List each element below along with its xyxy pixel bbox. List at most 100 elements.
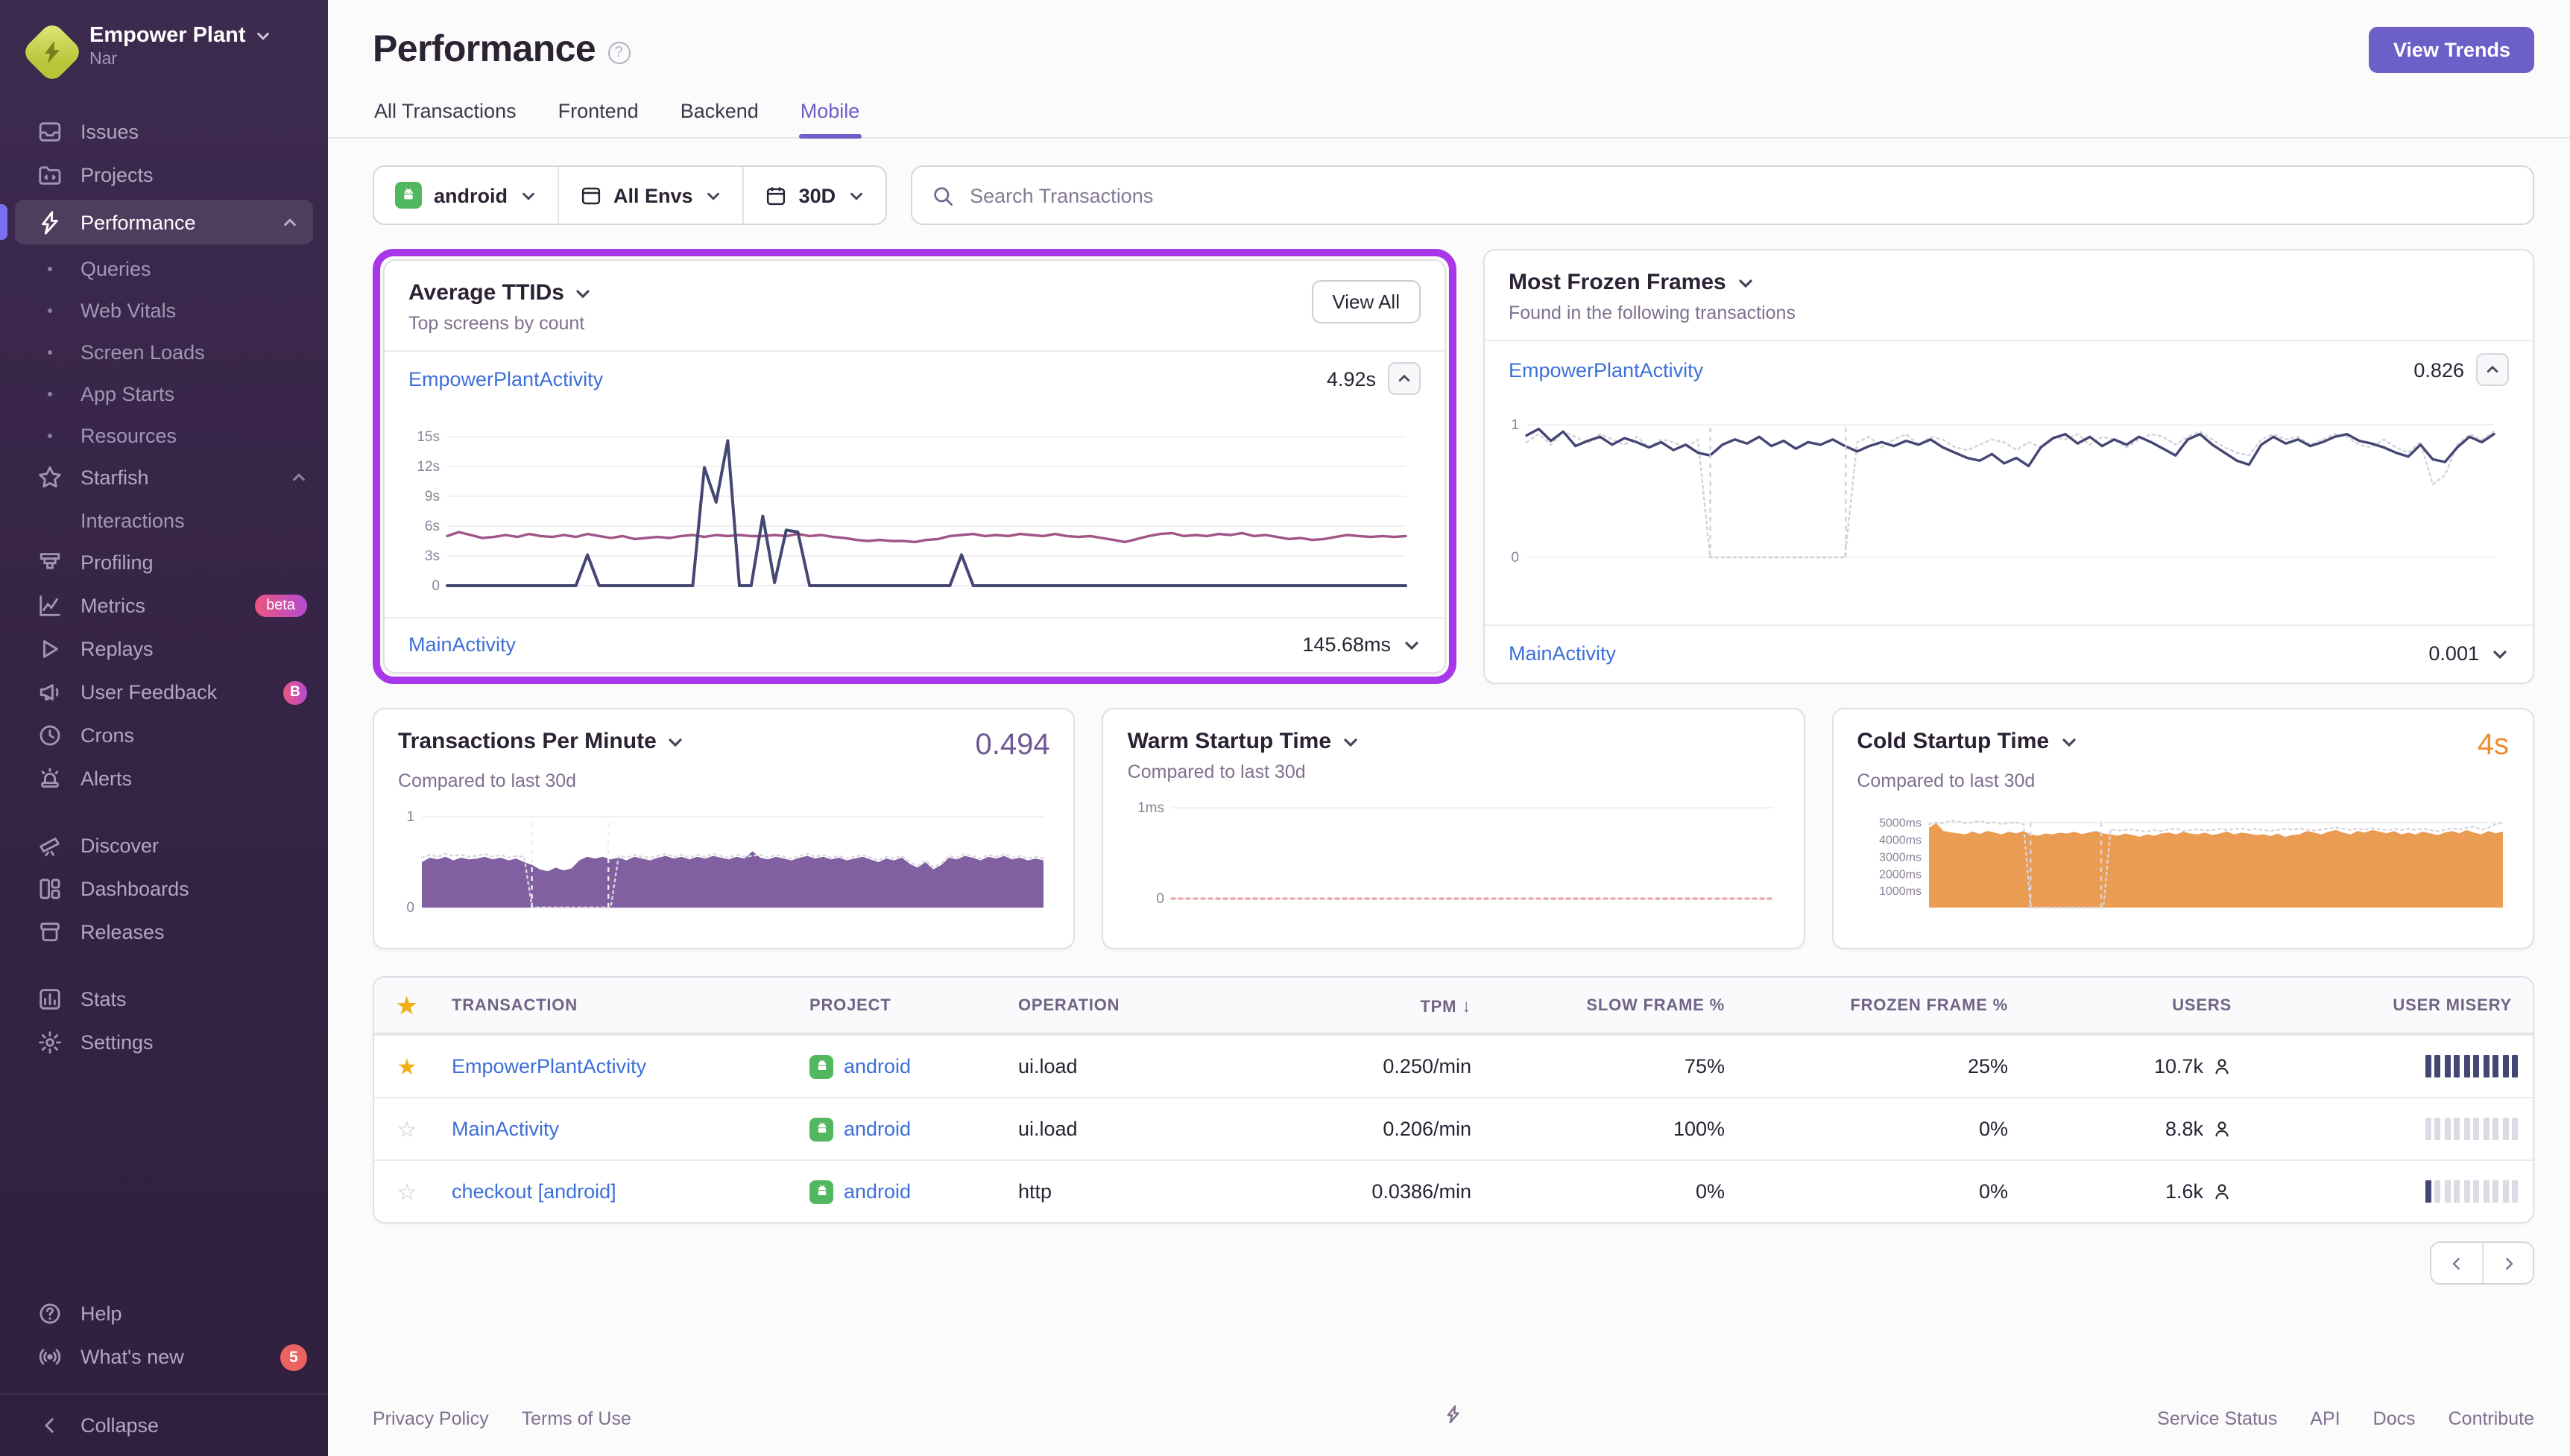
- environment-filter[interactable]: All Envs: [557, 167, 742, 224]
- sidebar-item-dashboards[interactable]: Dashboards: [0, 867, 328, 911]
- sidebar-item-whats-new[interactable]: What's new 5: [0, 1335, 328, 1379]
- col-slow-frame[interactable]: SLOW FRAME %: [1574, 996, 1737, 1014]
- sidebar-item-help[interactable]: Help: [0, 1292, 328, 1335]
- terms-of-use-link[interactable]: Terms of Use: [522, 1408, 631, 1429]
- sidebar-item-app-starts[interactable]: App Starts: [0, 373, 328, 414]
- operation-cell: http: [1018, 1180, 1052, 1203]
- panel-title[interactable]: Transactions Per Minute: [398, 729, 657, 754]
- chevron-down-icon[interactable]: [1342, 732, 1360, 750]
- prev-page-button[interactable]: [2431, 1243, 2482, 1283]
- project-filter[interactable]: android: [374, 167, 557, 224]
- svg-text:3s: 3s: [425, 548, 440, 563]
- sidebar-item-web-vitals[interactable]: Web Vitals: [0, 289, 328, 331]
- sidebar-item-issues[interactable]: Issues: [0, 110, 328, 153]
- search-input[interactable]: [967, 183, 2513, 208]
- transaction-link[interactable]: MainActivity: [1509, 643, 1616, 665]
- collapse-row-button[interactable]: [2476, 353, 2509, 387]
- tab-mobile[interactable]: Mobile: [798, 94, 862, 139]
- favorite-star[interactable]: ★: [374, 1053, 440, 1080]
- tab-backend[interactable]: Backend: [679, 94, 760, 137]
- sidebar-item-crons[interactable]: Crons: [0, 714, 328, 757]
- sidebar-item-starfish[interactable]: Starfish: [0, 456, 328, 499]
- tpm-cell: 0.0386/min: [1371, 1180, 1471, 1203]
- transaction-link[interactable]: EmpowerPlantActivity: [452, 1055, 646, 1077]
- expand-row-chevron[interactable]: [1403, 636, 1421, 654]
- metrics-icon: [36, 592, 63, 619]
- sidebar-collapse-button[interactable]: Collapse: [0, 1404, 328, 1447]
- transaction-link[interactable]: checkout [android]: [452, 1180, 616, 1203]
- bullet-icon: [36, 433, 63, 437]
- favorite-star[interactable]: ☆: [374, 1115, 440, 1142]
- metric-value: 0.001: [2428, 642, 2479, 665]
- sidebar-item-resources[interactable]: Resources: [0, 414, 328, 456]
- bullet-icon: [36, 308, 63, 312]
- sidebar-item-projects[interactable]: Projects: [0, 153, 328, 197]
- bullet-icon: [36, 349, 63, 354]
- sidebar-item-settings[interactable]: Settings: [0, 1021, 328, 1064]
- project-link[interactable]: android: [844, 1180, 911, 1203]
- view-trends-button[interactable]: View Trends: [2369, 27, 2534, 73]
- contribute-link[interactable]: Contribute: [2449, 1408, 2534, 1429]
- sidebar-item-metrics[interactable]: Metrics beta: [0, 584, 328, 627]
- col-frozen-frame[interactable]: FROZEN FRAME %: [1838, 996, 2020, 1014]
- collapse-row-button[interactable]: [1388, 362, 1421, 396]
- panel-title[interactable]: Warm Startup Time: [1128, 729, 1331, 754]
- megaphone-icon: [36, 679, 63, 706]
- api-link[interactable]: API: [2310, 1408, 2340, 1429]
- col-tpm[interactable]: TPM ↓: [1408, 995, 1483, 1016]
- col-transaction[interactable]: TRANSACTION: [440, 996, 798, 1014]
- chevron-down-icon[interactable]: [2059, 732, 2077, 750]
- sidebar-item-replays[interactable]: Replays: [0, 627, 328, 671]
- sidebar-item-interactions[interactable]: Interactions: [0, 499, 328, 541]
- sort-desc-icon: ↓: [1462, 995, 1471, 1016]
- org-switcher[interactable]: Empower Plant Nar: [0, 0, 328, 89]
- service-status-link[interactable]: Service Status: [2157, 1408, 2277, 1429]
- sidebar-item-profiling[interactable]: Profiling: [0, 541, 328, 584]
- help-tooltip-icon[interactable]: ?: [607, 42, 631, 64]
- expand-row-chevron[interactable]: [2491, 645, 2509, 663]
- transaction-link[interactable]: MainActivity: [408, 634, 516, 656]
- tpm-chart: 01: [398, 791, 1050, 933]
- chevron-down-icon[interactable]: [575, 284, 593, 302]
- favorite-star[interactable]: ☆: [374, 1178, 440, 1205]
- favorite-star-header-icon[interactable]: ★: [374, 992, 440, 1019]
- tab-frontend[interactable]: Frontend: [557, 94, 640, 137]
- tab-all-transactions[interactable]: All Transactions: [373, 94, 518, 137]
- table-row: ☆ checkout [android] android http 0.0386…: [374, 1159, 2533, 1222]
- panel-title[interactable]: Cold Startup Time: [1857, 729, 2049, 754]
- frozen-frames-chart: 01: [1485, 399, 2533, 624]
- sidebar-item-alerts[interactable]: Alerts: [0, 757, 328, 800]
- panel-subtitle: Compared to last 30d: [398, 770, 577, 791]
- col-users[interactable]: USERS: [2160, 996, 2244, 1014]
- project-link[interactable]: android: [844, 1055, 911, 1077]
- chevron-down-icon[interactable]: [1737, 273, 1755, 291]
- project-link[interactable]: android: [844, 1118, 911, 1140]
- android-project-icon: [809, 1180, 833, 1203]
- panel-title[interactable]: Most Frozen Frames: [1509, 270, 1726, 295]
- sidebar-item-releases[interactable]: Releases: [0, 911, 328, 954]
- transaction-link[interactable]: MainActivity: [452, 1118, 559, 1140]
- dashboards-icon: [36, 876, 63, 902]
- col-operation[interactable]: OPERATION: [1006, 996, 1260, 1014]
- chevron-up-icon: [284, 218, 296, 226]
- col-user-misery[interactable]: USER MISERY: [2381, 996, 2533, 1014]
- date-range-filter[interactable]: 30D: [742, 167, 885, 224]
- table-row: ★ EmpowerPlantActivity android ui.load 0…: [374, 1034, 2533, 1097]
- sidebar-item-screen-loads[interactable]: Screen Loads: [0, 331, 328, 373]
- sidebar-item-stats[interactable]: Stats: [0, 978, 328, 1021]
- view-all-button[interactable]: View All: [1311, 280, 1421, 323]
- col-project[interactable]: PROJECT: [798, 996, 1006, 1014]
- sidebar-item-discover[interactable]: Discover: [0, 824, 328, 867]
- next-page-button[interactable]: [2482, 1243, 2533, 1283]
- sidebar-item-performance[interactable]: Performance: [0, 200, 313, 244]
- svg-text:0: 0: [406, 900, 414, 916]
- chevron-down-icon[interactable]: [667, 732, 685, 750]
- sidebar-item-queries[interactable]: Queries: [0, 247, 328, 289]
- transaction-link[interactable]: EmpowerPlantActivity: [1509, 359, 1703, 382]
- transaction-link[interactable]: EmpowerPlantActivity: [408, 368, 603, 390]
- docs-link[interactable]: Docs: [2373, 1408, 2416, 1429]
- filter-bar: android All Envs 30D: [373, 165, 2534, 225]
- sidebar-item-user-feedback[interactable]: User Feedback B: [0, 671, 328, 714]
- privacy-policy-link[interactable]: Privacy Policy: [373, 1408, 489, 1429]
- panel-title[interactable]: Average TTIDs: [408, 280, 564, 306]
